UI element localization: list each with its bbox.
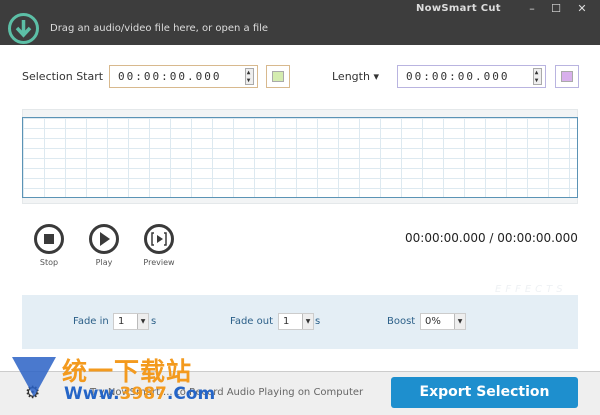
start-spinner[interactable]: ▲ ▼ [245,68,254,85]
boost-select[interactable]: 0% ▼ [420,313,466,330]
length-dropdown[interactable]: Length ▾ [332,70,379,83]
stop-button[interactable] [34,224,64,254]
maximize-button[interactable]: ☐ [546,2,566,16]
selection-start-label: Selection Start [22,70,104,83]
preview-button[interactable] [144,224,174,254]
selection-start-input[interactable]: 00:00:00.000 ▲ ▼ [109,65,258,88]
play-button[interactable] [89,224,119,254]
stop-label: Stop [39,258,59,267]
chevron-down-icon: ▼ [137,314,148,329]
close-button[interactable]: ✕ [572,2,592,16]
open-file-download-icon[interactable] [8,13,39,44]
length-color-button[interactable] [555,65,579,88]
length-input[interactable]: 00:00:00.000 ▲ ▼ [397,65,546,88]
drop-hint: Drag an audio/video file here, or open a… [50,23,269,34]
effects-heading: EFFECTS [495,284,567,295]
fade-out-select[interactable]: 1 ▼ [278,313,314,330]
length-value: 00:00:00.000 [406,70,510,83]
minimize-button[interactable]: – [522,2,542,16]
length-spinner[interactable]: ▲ ▼ [533,68,542,85]
start-color-button[interactable] [266,65,290,88]
watermark-cn: 统一下载站 [62,357,193,386]
play-icon [100,232,110,246]
effects-panel: Fade in 1 ▼ s Fade out 1 ▼ s Boost 0% ▼ [22,295,578,349]
fade-in-unit: s [151,316,157,327]
watermark-url: Www.3987.Com [64,384,216,404]
time-readout: 00:00:00.000 / 00:00:00.000 [405,231,578,245]
fade-out-unit: s [315,316,321,327]
fade-out-label: Fade out [230,316,274,327]
selection-start-value: 00:00:00.000 [118,70,222,83]
preview-label: Preview [143,258,175,267]
chevron-down-icon: ▼ [454,314,465,329]
site-watermark-logo: 统一下载站 Www.3987.Com [12,352,215,412]
boost-value: 0% [425,316,441,327]
fade-in-value: 1 [118,316,125,327]
chevron-down-icon: ▼ [302,314,313,329]
play-label: Play [95,258,113,267]
fade-in-label: Fade in [73,316,109,327]
fade-in-select[interactable]: 1 ▼ [113,313,149,330]
preview-icon [151,232,167,246]
boost-label: Boost [387,316,416,327]
fade-out-value: 1 [283,316,290,327]
export-selection-button[interactable]: Export Selection [391,377,578,408]
stop-icon [44,234,54,244]
waveform-area[interactable] [22,117,578,198]
app-title: NowSmart Cut [416,3,501,14]
